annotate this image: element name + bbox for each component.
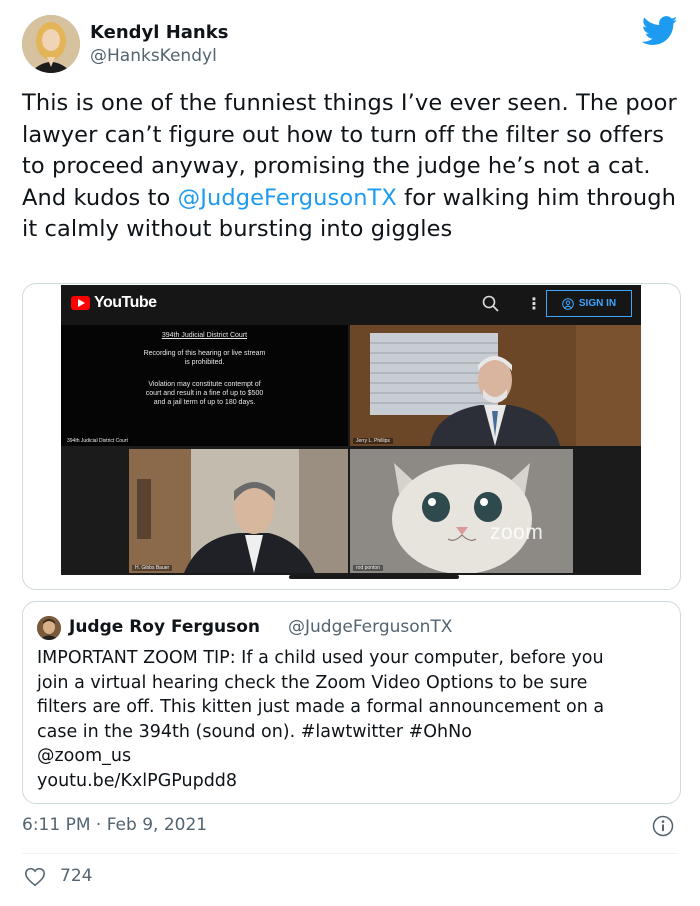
info-icon[interactable]: [652, 815, 674, 837]
more-options-icon[interactable]: ⋮: [526, 294, 542, 313]
like-count[interactable]: 724: [60, 866, 92, 886]
participant-label: 394th Judicial District Court: [64, 438, 131, 444]
tweet-timestamp[interactable]: 6:11 PM · Feb 9, 2021: [22, 815, 207, 835]
youtube-top-bar: YouTube ⋮ SIGN IN: [61, 285, 641, 325]
video-progress-bar[interactable]: [289, 575, 459, 579]
quoted-tweet-text: IMPORTANT ZOOM TIP: If a child used your…: [37, 646, 672, 793]
video-player[interactable]: YouTube ⋮ SIGN IN 394th Judicial Distric…: [61, 285, 641, 579]
notice-line: and a jail term of up to 180 days.: [153, 399, 256, 406]
quoted-link: youtu.be/KxlPGPupdd8: [37, 770, 238, 791]
quoted-author-avatar[interactable]: [37, 616, 61, 640]
sign-in-button[interactable]: SIGN IN: [546, 290, 632, 317]
search-icon[interactable]: [481, 294, 501, 314]
participant-label: Jerry L. Phillips: [353, 438, 393, 444]
tweet-text: This is one of the funniest things I’ve …: [22, 88, 682, 246]
mention-link[interactable]: @JudgeFergusonTX: [178, 185, 397, 211]
notice-line: Violation may constitute contempt of: [148, 381, 261, 388]
sign-in-label: SIGN IN: [578, 298, 617, 309]
video-tile-court-notice: 394th Judicial District Court Recording …: [61, 325, 348, 446]
quoted-line: IMPORTANT ZOOM TIP: If a child used your…: [37, 648, 604, 668]
youtube-logo-icon[interactable]: [71, 296, 90, 310]
notice-line: Recording of this hearing or live stream: [143, 350, 266, 357]
author-name[interactable]: Kendyl Hanks: [90, 22, 228, 43]
participant-label: rod ponton: [353, 565, 383, 571]
media-card[interactable]: YouTube ⋮ SIGN IN 394th Judicial Distric…: [22, 283, 681, 590]
notice-line: is prohibited.: [184, 359, 225, 366]
lawyer-video-frame: [129, 449, 348, 573]
account-icon: [562, 297, 574, 310]
quoted-mention: @zoom_us: [37, 746, 132, 766]
video-tile-lawyer: H. Gibbs Bauer: [129, 449, 348, 573]
participant-label: H. Gibbs Bauer: [132, 565, 173, 571]
video-tile-kitten: zoom rod ponton: [350, 449, 573, 573]
video-tile-judge: Jerry L. Phillips: [350, 325, 641, 446]
author-avatar[interactable]: [22, 15, 80, 73]
author-handle[interactable]: @HanksKendyl: [90, 46, 217, 66]
zoom-watermark: zoom: [490, 521, 544, 544]
quoted-line: join a virtual hearing check the Zoom Vi…: [37, 672, 588, 693]
quoted-line: case in the 394th (sound on). #lawtwitte…: [37, 721, 472, 742]
kitten-video-frame: [350, 449, 573, 573]
quoted-author-handle[interactable]: @JudgeFergusonTX: [288, 617, 452, 637]
notice-line: court and result in a fine of up to $500: [145, 390, 264, 397]
quoted-author-name[interactable]: Judge Roy Ferguson: [69, 617, 260, 637]
youtube-logo-text[interactable]: YouTube: [94, 294, 157, 312]
judge-video-frame: [350, 325, 641, 446]
quoted-line: filters are off. This kitten just made a…: [37, 697, 605, 717]
quoted-tweet[interactable]: Judge Roy Ferguson @JudgeFergusonTX IMPO…: [22, 601, 681, 804]
heart-icon[interactable]: [24, 866, 46, 888]
divider: [22, 853, 678, 854]
notice-court-name: 394th Judicial District Court: [161, 332, 248, 339]
twitter-bird-icon[interactable]: [641, 16, 678, 46]
